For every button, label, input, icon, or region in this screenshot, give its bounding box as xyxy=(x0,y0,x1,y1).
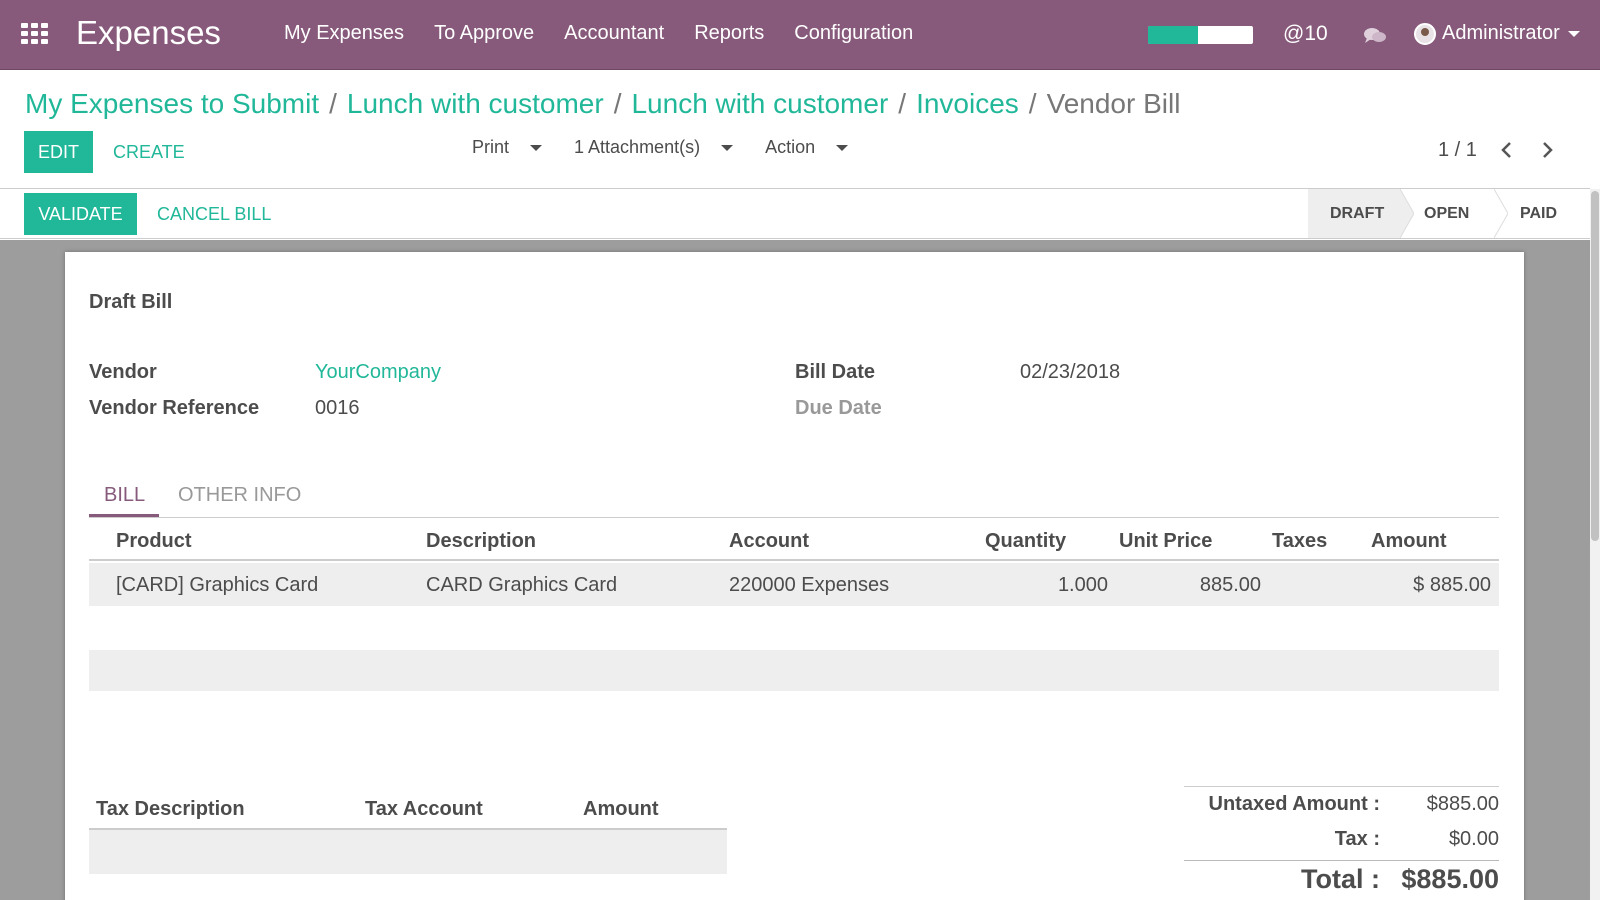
validate-button[interactable]: VALIDATE xyxy=(24,193,137,235)
line-account: 220000 Expenses xyxy=(729,574,890,596)
main-menu: My Expenses To Approve Accountant Report… xyxy=(284,22,943,45)
caret-down-icon xyxy=(530,145,543,152)
stage-draft-label: DRAFT xyxy=(1330,204,1385,222)
vendor-link[interactable]: YourCompany xyxy=(315,361,441,384)
avatar xyxy=(1414,22,1436,45)
column-quantity[interactable]: Quantity xyxy=(985,530,1066,553)
tab-other-info[interactable]: OTHER INFO xyxy=(178,484,301,507)
top-navbar: Expenses My Expenses To Approve Accounta… xyxy=(0,0,1600,70)
total-label: Total : xyxy=(1301,864,1380,894)
chat-bubbles-icon[interactable] xyxy=(1363,27,1387,45)
totals-top-border xyxy=(1184,786,1499,787)
menu-my-expenses[interactable]: My Expenses xyxy=(284,22,404,45)
page-scrollbar[interactable] xyxy=(1590,189,1600,900)
progress-fill xyxy=(1148,26,1199,44)
column-amount[interactable]: Amount xyxy=(1371,530,1447,553)
caret-down-icon xyxy=(721,145,734,152)
add-line-row[interactable] xyxy=(89,650,1499,691)
edit-button[interactable]: EDIT xyxy=(24,131,93,173)
create-button[interactable]: CREATE xyxy=(101,131,197,173)
cancel-bill-button[interactable]: CANCEL BILL xyxy=(145,193,283,235)
column-tax-description[interactable]: Tax Description xyxy=(96,798,245,821)
sidebar-menus: Print 1 Attachment(s) Action xyxy=(472,137,880,158)
user-menu[interactable]: Administrator xyxy=(1414,22,1580,45)
total-value: $885.00 xyxy=(1401,864,1499,894)
mention-counter[interactable]: @10 xyxy=(1283,22,1328,46)
print-dropdown[interactable]: Print xyxy=(472,137,558,158)
status-stages: DRAFT OPEN PAID xyxy=(1308,189,1590,238)
vendor-reference-label: Vendor Reference xyxy=(89,397,260,419)
vendor-label: Vendor xyxy=(89,361,157,383)
stage-arrow xyxy=(1494,189,1508,238)
breadcrumb-item-invoices[interactable]: Invoices xyxy=(916,88,1019,119)
attachments-dropdown[interactable]: 1 Attachment(s) xyxy=(574,137,749,158)
invoice-lines-header: Product Description Account Quantity Uni… xyxy=(89,518,1499,561)
caret-down-icon xyxy=(836,145,849,152)
print-label: Print xyxy=(472,137,510,157)
action-label: Action xyxy=(765,137,816,157)
breadcrumb-separator: / xyxy=(613,88,622,119)
column-tax-amount[interactable]: Amount xyxy=(583,798,659,821)
tab-bill[interactable]: BILL xyxy=(104,484,145,507)
app-brand[interactable]: Expenses xyxy=(76,14,221,52)
stage-draft[interactable]: DRAFT xyxy=(1308,189,1400,238)
line-unit-price: 885.00 xyxy=(1199,574,1261,596)
tax-empty-row xyxy=(89,830,727,874)
untaxed-amount-value: $885.00 xyxy=(1426,793,1499,815)
menu-reports[interactable]: Reports xyxy=(694,22,764,45)
menu-configuration[interactable]: Configuration xyxy=(794,22,913,45)
breadcrumb-item-expense[interactable]: Lunch with customer xyxy=(631,88,888,119)
scrollbar-thumb[interactable] xyxy=(1591,191,1599,541)
line-quantity: 1.000 xyxy=(1057,574,1108,596)
column-description[interactable]: Description xyxy=(426,530,536,553)
attachments-label: 1 Attachment(s) xyxy=(574,137,701,157)
breadcrumb-item-expenses-to-submit[interactable]: My Expenses to Submit xyxy=(25,88,319,119)
bill-date-label: Bill Date xyxy=(795,361,876,383)
line-amount: $ 885.00 xyxy=(1413,574,1491,596)
stage-open-label: OPEN xyxy=(1424,204,1470,222)
breadcrumb-separator: / xyxy=(898,88,907,119)
apps-grid-icon[interactable] xyxy=(21,23,49,45)
breadcrumb-separator: / xyxy=(329,88,337,119)
caret-down-icon xyxy=(1567,30,1580,37)
line-description: CARD Graphics Card xyxy=(426,574,618,596)
chevron-left-icon[interactable] xyxy=(1497,140,1517,160)
vendor-reference-value: 0016 xyxy=(315,397,360,419)
chevron-right-icon[interactable] xyxy=(1537,140,1557,160)
stage-paid[interactable]: PAID xyxy=(1494,189,1590,238)
untaxed-amount-label: Untaxed Amount : xyxy=(1208,793,1380,815)
pager-value[interactable]: 1 / 1 xyxy=(1438,139,1477,162)
tax-value: $0.00 xyxy=(1448,828,1499,850)
statusbar: VALIDATE CANCEL BILL DRAFT OPEN PAID xyxy=(0,189,1590,239)
active-tab-underline xyxy=(89,514,159,517)
column-product[interactable]: Product xyxy=(116,530,192,553)
column-tax-account[interactable]: Tax Account xyxy=(365,798,483,821)
tax-label: Tax : xyxy=(1334,828,1380,850)
due-date-label: Due Date xyxy=(795,397,882,419)
breadcrumb-separator: / xyxy=(1028,88,1037,119)
form-tabs: BILL OTHER INFO xyxy=(89,476,1499,518)
bill-date-value: 02/23/2018 xyxy=(1020,361,1121,383)
user-name: Administrator xyxy=(1442,22,1560,44)
stage-arrow xyxy=(1400,189,1414,238)
totals-divider xyxy=(1184,860,1499,861)
tax-table-header: Tax Description Tax Account Amount xyxy=(89,786,727,830)
stage-paid-label: PAID xyxy=(1520,204,1558,222)
column-account[interactable]: Account xyxy=(729,530,809,553)
onboarding-progress-bar[interactable] xyxy=(1148,26,1253,44)
breadcrumb: My Expenses to Submit / Lunch with custome… xyxy=(25,88,1180,120)
action-dropdown[interactable]: Action xyxy=(765,137,864,158)
line-product: [CARD] Graphics Card xyxy=(116,574,319,596)
table-row[interactable]: [CARD] Graphics Card CARD Graphics Card … xyxy=(89,563,1499,606)
breadcrumb-current: Vendor Bill xyxy=(1046,88,1181,119)
column-unit-price[interactable]: Unit Price xyxy=(1119,530,1212,553)
menu-accountant[interactable]: Accountant xyxy=(564,22,664,45)
menu-to-approve[interactable]: To Approve xyxy=(434,22,534,45)
bill-title: Draft Bill xyxy=(89,291,173,313)
column-taxes[interactable]: Taxes xyxy=(1272,530,1327,553)
breadcrumb-item-expense-report[interactable]: Lunch with customer xyxy=(347,88,604,119)
stage-open[interactable]: OPEN xyxy=(1400,189,1494,238)
